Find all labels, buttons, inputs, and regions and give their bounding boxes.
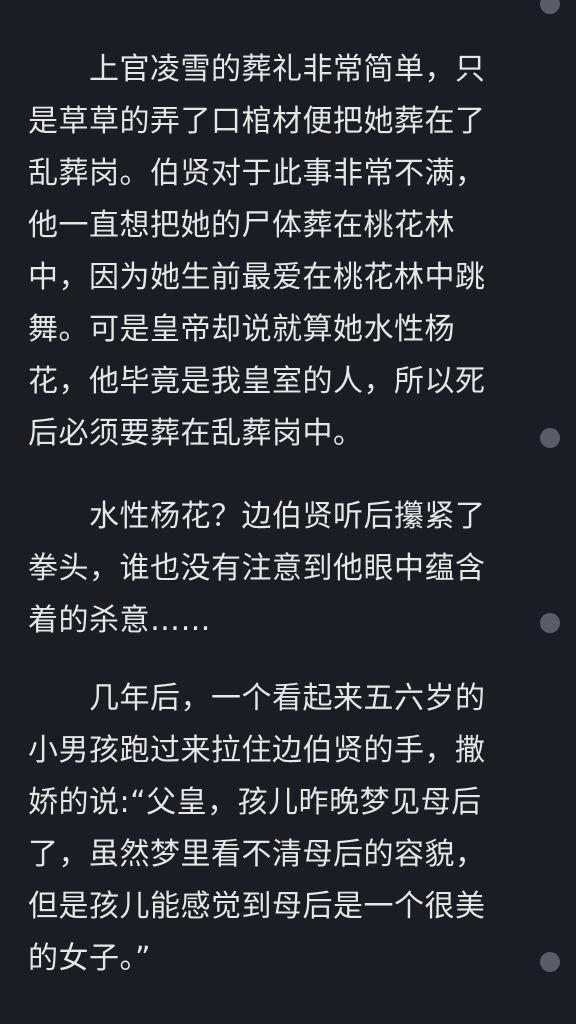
text-line: 上官凌雪的葬礼非常简单，只 (28, 52, 486, 87)
paragraph-comment-dot[interactable] (540, 428, 560, 448)
text-line: 是草草的弄了口棺材便把她葬在了 (28, 104, 486, 139)
text-line: 但是孩儿能感觉到母后是一个很美 (28, 889, 486, 924)
paragraph-comment-dot[interactable] (540, 0, 560, 14)
reader-content: 上官凌雪的葬礼非常简单，只 是草草的弄了口棺材便把她葬在了 乱葬岗。伯贤对于此事… (28, 0, 498, 1024)
text-line: 着的杀意…… (28, 603, 211, 638)
paragraph-comment-dot[interactable] (540, 613, 560, 633)
text-line: 乱葬岗。伯贤对于此事非常不满， (28, 156, 486, 191)
text-line: 中，因为她生前最爱在桃花林中跳 (28, 260, 486, 295)
text-line: 后必须要葬在乱葬岗中。 (28, 416, 364, 451)
text-line: 了，虽然梦里看不清母后的容貌， (28, 837, 486, 872)
text-line: 水性杨花？边伯贤听后攥紧了 (28, 499, 486, 534)
paragraph-comment-dot[interactable] (540, 952, 560, 972)
text-line: 娇的说:“父皇，孩儿昨晚梦见母后 (28, 785, 482, 820)
text-line: 舞。可是皇帝却说就算她水性杨 (28, 312, 455, 347)
text-line: 几年后，一个看起来五六岁的 (28, 681, 486, 716)
text-line: 拳头，谁也没有注意到他眼中蕴含 (28, 551, 486, 586)
text-line: 的女子。” (28, 941, 152, 976)
text-line: 他一直想把她的尸体葬在桃花林 (28, 208, 455, 243)
text-line: 小男孩跑过来拉住边伯贤的手，撒 (28, 733, 486, 768)
text-line: 花，他毕竟是我皇室的人，所以死 (28, 364, 486, 399)
